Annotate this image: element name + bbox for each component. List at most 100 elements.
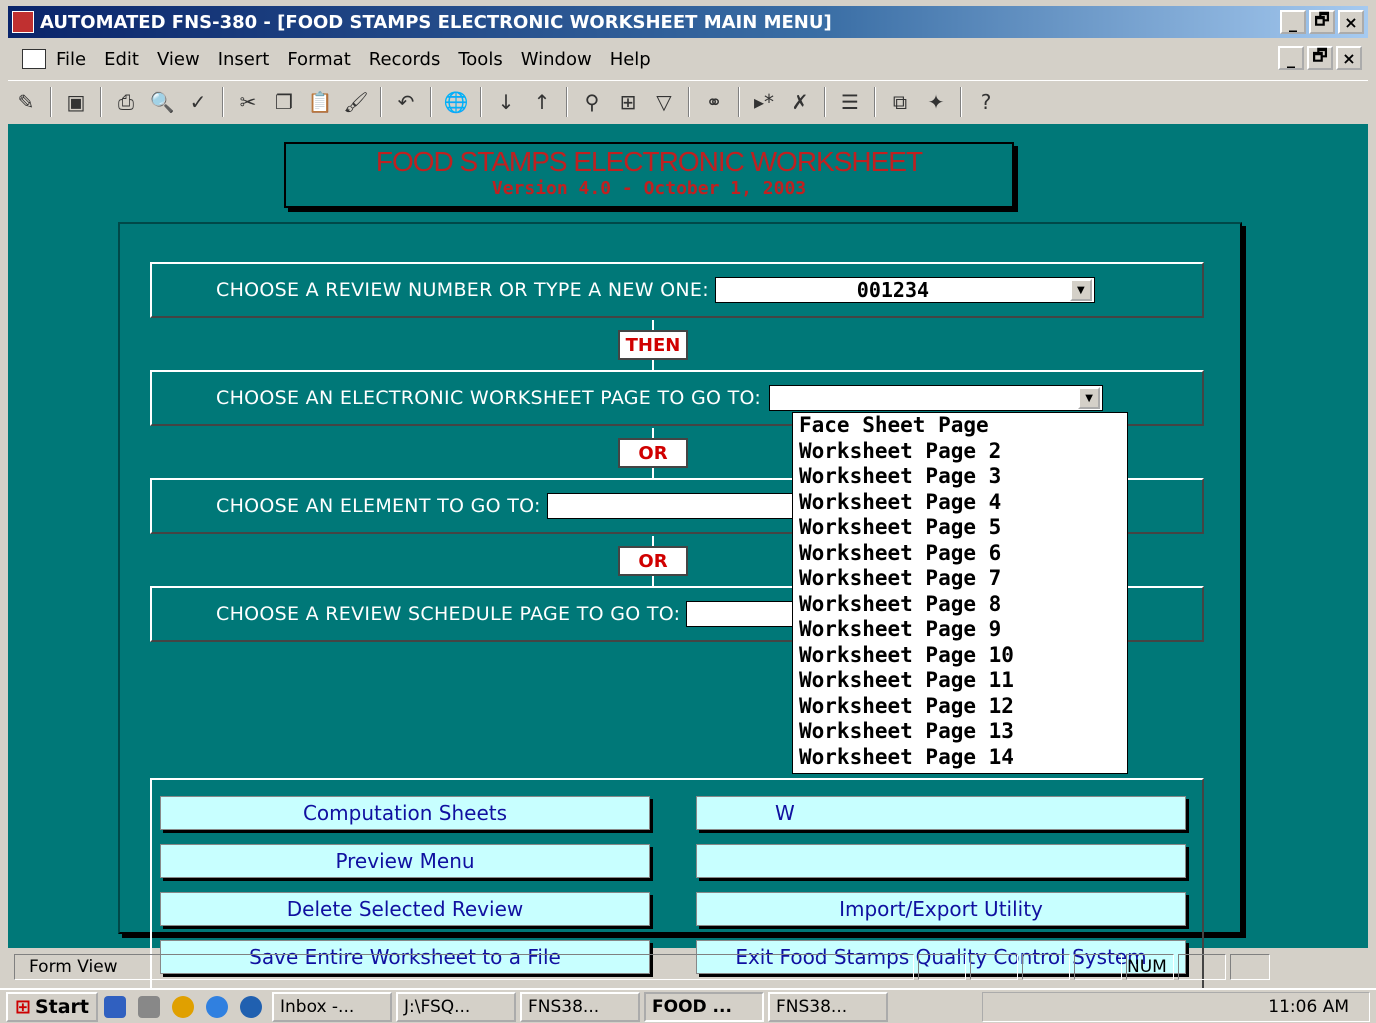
filter-by-form-icon[interactable]: ⊞: [614, 88, 642, 116]
cut-icon[interactable]: ✂: [234, 88, 262, 116]
task-folder[interactable]: J:\FSQ...: [396, 991, 516, 1022]
app-quicklaunch-icon[interactable]: [138, 995, 160, 1018]
design-view-icon[interactable]: ✎: [12, 88, 40, 116]
dropdown-option[interactable]: Worksheet Page 8: [793, 592, 1127, 618]
chevron-down-icon[interactable]: ▼: [1069, 279, 1092, 301]
dropdown-option[interactable]: Worksheet Page 12: [793, 694, 1127, 720]
worksheet-page-label: CHOOSE AN ELECTRONIC WORKSHEET PAGE TO G…: [216, 387, 762, 409]
computation-sheets-button[interactable]: Computation Sheets: [160, 796, 650, 830]
undo-icon[interactable]: ↶: [392, 88, 420, 116]
print-icon[interactable]: ⎙: [112, 88, 140, 116]
database-window-icon[interactable]: ⧉: [886, 88, 914, 116]
print-preview-icon[interactable]: 🔍: [148, 88, 176, 116]
find-icon[interactable]: ⚭: [700, 88, 728, 116]
spelling-icon[interactable]: ✓: [184, 88, 212, 116]
worksheet-page-combo[interactable]: ▼: [769, 385, 1104, 411]
dropdown-option[interactable]: Worksheet Page 7: [793, 566, 1127, 592]
preview-menu-button[interactable]: Preview Menu: [160, 844, 650, 878]
media-player-icon[interactable]: [172, 995, 194, 1018]
delete-selected-review-button[interactable]: Delete Selected Review: [160, 892, 650, 926]
dropdown-option[interactable]: Worksheet Page 2: [793, 439, 1127, 465]
desktop-icon[interactable]: [104, 995, 126, 1018]
menu-tools[interactable]: Tools: [458, 49, 502, 70]
paste-icon[interactable]: 📋: [306, 88, 334, 116]
sort-ascending-icon[interactable]: ↓: [492, 88, 520, 116]
dropdown-option[interactable]: Worksheet Page 13: [793, 719, 1127, 745]
review-schedule-label: CHOOSE A REVIEW SCHEDULE PAGE TO GO TO:: [216, 603, 681, 625]
windows-logo-icon: ⊞: [15, 995, 31, 1018]
save-icon[interactable]: ▣: [62, 88, 90, 116]
dropdown-option[interactable]: Face Sheet Page: [793, 413, 1127, 439]
sort-descending-icon[interactable]: ↑: [528, 88, 556, 116]
page-title: FOOD STAMPS ELECTRONIC WORKSHEET: [375, 146, 923, 177]
review-number-combo[interactable]: 001234 ▼: [714, 277, 1095, 303]
dropdown-option[interactable]: Worksheet Page 14: [793, 745, 1127, 771]
format-painter-icon[interactable]: 🖌: [342, 88, 370, 116]
task-food[interactable]: FOOD ...: [644, 991, 764, 1022]
info-icon[interactable]: [206, 995, 228, 1018]
menu-edit[interactable]: Edit: [104, 49, 139, 70]
mdi-restore-button[interactable]: 🗗: [1307, 46, 1333, 70]
header-box: FOOD STAMPS ELECTRONIC WORKSHEET Version…: [284, 142, 1014, 208]
form-area: FOOD STAMPS ELECTRONIC WORKSHEET Version…: [8, 124, 1368, 992]
task-fns38-b[interactable]: FNS38...: [768, 991, 888, 1022]
browser-icon[interactable]: [240, 995, 262, 1018]
task-inbox[interactable]: Inbox -...: [272, 991, 392, 1022]
copy-icon[interactable]: ❐: [270, 88, 298, 116]
version-text: Version 4.0 - October 1, 2003: [491, 178, 807, 199]
close-button[interactable]: ×: [1338, 10, 1364, 34]
window-title: AUTOMATED FNS-380 - [FOOD STAMPS ELECTRO…: [40, 11, 832, 33]
or-badge-1: OR: [618, 438, 688, 468]
right-button-1[interactable]: W: [696, 796, 1186, 830]
menu-help[interactable]: Help: [610, 49, 651, 70]
maximize-button[interactable]: 🗗: [1309, 10, 1335, 34]
menu-bar: File Edit View Insert Format Records Too…: [8, 42, 1368, 76]
new-record-icon[interactable]: ▸*: [750, 88, 778, 116]
minimize-button[interactable]: _: [1280, 10, 1306, 34]
status-text: Form View: [14, 954, 914, 980]
element-label: CHOOSE AN ELEMENT TO GO TO:: [216, 495, 541, 517]
dropdown-option[interactable]: Worksheet Page 9: [793, 617, 1127, 643]
review-number-row: CHOOSE A REVIEW NUMBER OR TYPE A NEW ONE…: [150, 262, 1204, 318]
apply-filter-icon[interactable]: ▽: [650, 88, 678, 116]
toolbar: ✎ ▣ ⎙ 🔍 ✓ ✂ ❐ 📋 🖌 ↶ 🌐 ↓ ↑ ⚲ ⊞ ▽ ⚭ ▸* ✗ ☰…: [8, 80, 1368, 122]
worksheet-page-dropdown-list: Face Sheet Page Worksheet Page 2 Workshe…: [792, 412, 1128, 774]
properties-icon[interactable]: ☰: [836, 88, 864, 116]
right-button-2[interactable]: [696, 844, 1186, 878]
menu-insert[interactable]: Insert: [218, 49, 270, 70]
start-button[interactable]: ⊞ Start: [6, 991, 98, 1022]
clock: 11:06 AM: [1268, 996, 1349, 1017]
review-number-label: CHOOSE A REVIEW NUMBER OR TYPE A NEW ONE…: [216, 279, 709, 301]
system-tray: 11:06 AM: [982, 991, 1370, 1022]
dropdown-option[interactable]: Worksheet Page 3: [793, 464, 1127, 490]
then-badge: THEN: [618, 330, 688, 360]
filter-by-selection-icon[interactable]: ⚲: [578, 88, 606, 116]
review-number-value: 001234: [856, 278, 930, 302]
help-icon[interactable]: ?: [972, 88, 1000, 116]
delete-record-icon[interactable]: ✗: [786, 88, 814, 116]
status-bar: Form View NUM: [8, 952, 1368, 982]
new-object-icon[interactable]: ✦: [922, 88, 950, 116]
dropdown-option[interactable]: Worksheet Page 4: [793, 490, 1127, 516]
task-fns38-a[interactable]: FNS38...: [520, 991, 640, 1022]
menu-window[interactable]: Window: [521, 49, 592, 70]
form-icon[interactable]: [22, 49, 46, 69]
dropdown-option[interactable]: Worksheet Page 11: [793, 668, 1127, 694]
dropdown-option[interactable]: Worksheet Page 6: [793, 541, 1127, 567]
menu-file[interactable]: File: [56, 49, 86, 70]
dropdown-option[interactable]: Worksheet Page 5: [793, 515, 1127, 541]
num-lock-indicator: NUM: [1126, 954, 1174, 980]
mdi-close-button[interactable]: ×: [1336, 46, 1362, 70]
chevron-down-icon[interactable]: ▼: [1078, 387, 1101, 409]
menu-format[interactable]: Format: [287, 49, 350, 70]
hyperlink-icon[interactable]: 🌐: [442, 88, 470, 116]
taskbar: ⊞ Start Inbox -... J:\FSQ... FNS38... FO…: [0, 988, 1376, 1023]
mdi-minimize-button[interactable]: _: [1278, 46, 1304, 70]
title-bar: AUTOMATED FNS-380 - [FOOD STAMPS ELECTRO…: [8, 6, 1368, 38]
or-badge-2: OR: [618, 546, 688, 576]
menu-records[interactable]: Records: [369, 49, 441, 70]
dropdown-option[interactable]: Worksheet Page 10: [793, 643, 1127, 669]
app-icon: [12, 11, 34, 33]
menu-view[interactable]: View: [157, 49, 200, 70]
import-export-button[interactable]: Import/Export Utility: [696, 892, 1186, 926]
